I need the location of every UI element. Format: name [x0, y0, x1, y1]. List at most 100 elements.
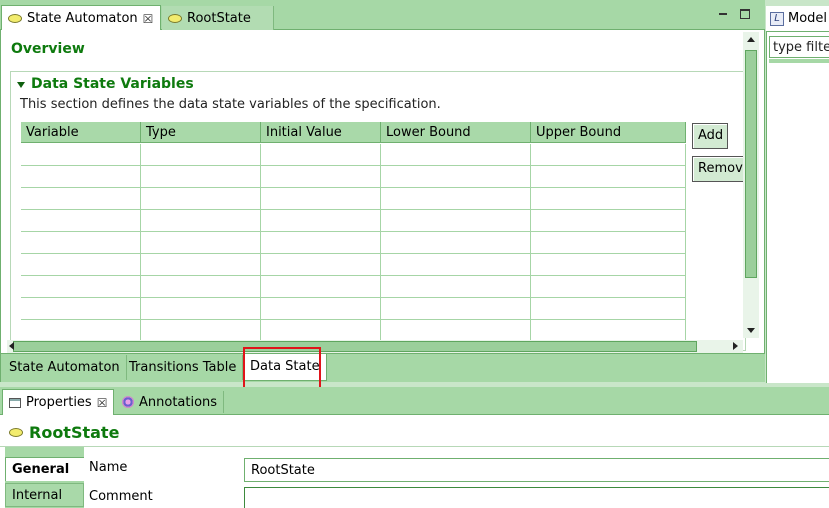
table-row[interactable]	[21, 254, 686, 276]
close-icon[interactable]: ☒	[97, 396, 108, 410]
table-cell[interactable]	[381, 188, 531, 210]
page-tab-transitions-table[interactable]: Transitions Table	[123, 355, 244, 380]
table-cell[interactable]	[21, 144, 141, 166]
table-row[interactable]	[21, 188, 686, 210]
table-cell[interactable]	[141, 188, 261, 210]
table-row[interactable]	[21, 232, 686, 254]
tab-rootstate[interactable]: RootState	[162, 6, 274, 30]
state-oval-icon	[168, 13, 182, 23]
table-header: Variable Type Initial Value Lower Bound …	[21, 122, 686, 143]
tab-label: RootState	[187, 10, 251, 26]
table-cell[interactable]	[381, 276, 531, 298]
table-row[interactable]	[21, 210, 686, 232]
section-header[interactable]: Data State Variables	[17, 76, 194, 92]
state-oval-icon	[9, 428, 23, 437]
table-cell[interactable]	[261, 232, 381, 254]
table-cell[interactable]	[21, 232, 141, 254]
table-cell[interactable]	[141, 320, 261, 340]
column-header-upper-bound[interactable]: Upper Bound	[531, 122, 686, 143]
table-row[interactable]	[21, 144, 686, 166]
table-cell[interactable]	[381, 298, 531, 320]
table-cell[interactable]	[261, 298, 381, 320]
table-cell[interactable]	[21, 210, 141, 232]
table-cell[interactable]	[21, 166, 141, 188]
side-tab-general[interactable]: General	[5, 457, 84, 481]
table-cell[interactable]	[381, 320, 531, 340]
table-cell[interactable]	[381, 254, 531, 276]
table-cell[interactable]	[531, 210, 686, 232]
page-title: Overview	[11, 41, 85, 57]
table-cell[interactable]	[21, 276, 141, 298]
tab-state-automaton[interactable]: State Automaton ☒	[1, 5, 161, 31]
table-cell[interactable]	[381, 144, 531, 166]
table-cell[interactable]	[261, 210, 381, 232]
table-cell[interactable]	[531, 188, 686, 210]
table-cell[interactable]	[261, 320, 381, 340]
scroll-left-icon[interactable]	[9, 342, 14, 350]
column-header-type[interactable]: Type	[141, 122, 261, 143]
table-row[interactable]	[21, 166, 686, 188]
table-cell[interactable]	[531, 254, 686, 276]
table-cell[interactable]	[261, 188, 381, 210]
vertical-scroll-thumb[interactable]	[745, 50, 757, 278]
maximize-icon[interactable]	[740, 9, 750, 19]
filter-input[interactable]	[769, 36, 829, 58]
tab-model[interactable]: L Model	[766, 6, 829, 32]
table-cell[interactable]	[141, 254, 261, 276]
table-cell[interactable]	[261, 144, 381, 166]
table-cell[interactable]	[21, 254, 141, 276]
table-cell[interactable]	[21, 320, 141, 340]
properties-header: RootState	[9, 423, 119, 442]
table-cell[interactable]	[531, 298, 686, 320]
table-cell[interactable]	[141, 166, 261, 188]
horizontal-scroll-thumb[interactable]	[13, 341, 697, 352]
table-cell[interactable]	[531, 276, 686, 298]
table-cell[interactable]	[21, 188, 141, 210]
table-row[interactable]	[21, 298, 686, 320]
table-cell[interactable]	[261, 254, 381, 276]
tab-annotations[interactable]: Annotations	[116, 391, 225, 413]
collapse-triangle-icon[interactable]	[17, 82, 25, 88]
table-cell[interactable]	[531, 166, 686, 188]
comment-field[interactable]	[244, 487, 829, 508]
table-cell[interactable]	[141, 232, 261, 254]
tab-label: Model	[788, 11, 828, 26]
table-cell[interactable]	[141, 276, 261, 298]
table-row[interactable]	[21, 320, 686, 340]
table-cell[interactable]	[141, 298, 261, 320]
table-cell[interactable]	[531, 144, 686, 166]
page-tab-state-automaton[interactable]: State Automaton	[3, 355, 127, 380]
table-cell[interactable]	[381, 232, 531, 254]
section-description: This section defines the data state vari…	[20, 97, 441, 112]
table-cell[interactable]	[261, 166, 381, 188]
column-header-initial-value[interactable]: Initial Value	[261, 122, 381, 143]
table-cell[interactable]	[141, 144, 261, 166]
column-header-variable[interactable]: Variable	[21, 122, 141, 143]
table-cell[interactable]	[531, 320, 686, 340]
data-state-variables-table[interactable]: Variable Type Initial Value Lower Bound …	[21, 122, 686, 340]
scroll-down-icon[interactable]	[747, 328, 755, 333]
table-body[interactable]	[21, 144, 686, 340]
table-cell[interactable]	[381, 166, 531, 188]
column-header-lower-bound[interactable]: Lower Bound	[381, 122, 531, 143]
side-tab-internal[interactable]: Internal	[5, 483, 84, 507]
table-row[interactable]	[21, 276, 686, 298]
scroll-up-icon[interactable]	[747, 37, 755, 42]
add-button[interactable]: Add	[692, 123, 728, 149]
properties-title: RootState	[29, 423, 120, 442]
table-cell[interactable]	[141, 210, 261, 232]
table-cell[interactable]	[531, 232, 686, 254]
minimize-icon[interactable]	[719, 13, 727, 15]
close-icon[interactable]: ☒	[143, 12, 154, 26]
tab-label: Properties	[26, 395, 92, 410]
tab-properties[interactable]: Properties ☒	[2, 389, 114, 415]
comment-label: Comment	[89, 489, 153, 504]
table-cell[interactable]	[261, 276, 381, 298]
table-cell[interactable]	[381, 210, 531, 232]
scroll-right-icon[interactable]	[733, 342, 738, 350]
remove-button[interactable]: Remove	[692, 156, 745, 182]
name-field[interactable]	[244, 458, 829, 482]
state-oval-icon	[8, 14, 22, 23]
model-view-icon: L	[770, 11, 784, 26]
table-cell[interactable]	[21, 298, 141, 320]
